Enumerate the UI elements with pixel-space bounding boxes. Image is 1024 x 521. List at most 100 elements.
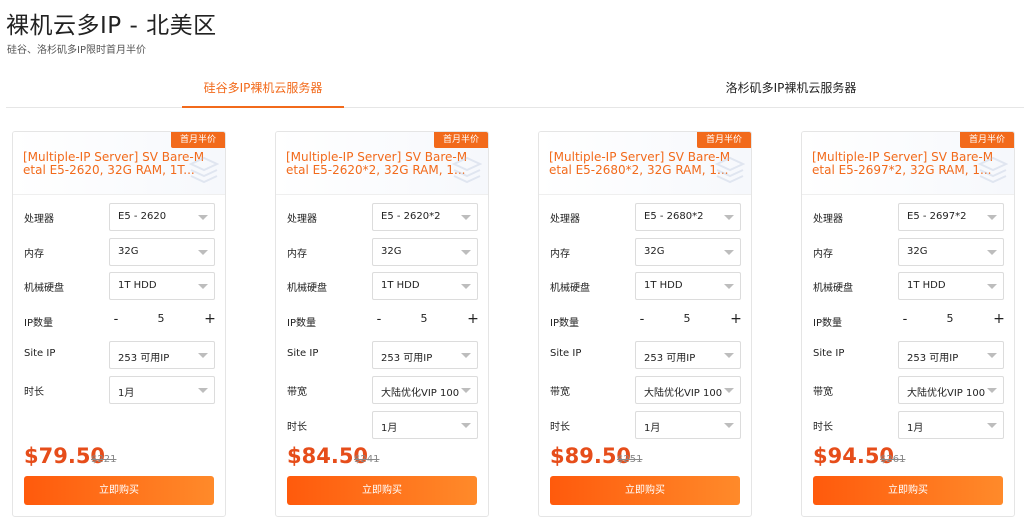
- disk-row: 机械硬盘 1T HDD: [276, 272, 488, 300]
- duration-select[interactable]: 1月: [372, 411, 478, 439]
- site-ip-select[interactable]: 253 可用IP: [109, 341, 215, 369]
- bandwidth-row: 带宽 大陆优化VIP 100: [539, 376, 751, 404]
- site-ip-label: Site IP: [813, 348, 845, 359]
- ram-select[interactable]: 32G: [109, 238, 215, 266]
- duration-select[interactable]: 1月: [635, 411, 741, 439]
- chevron-down-icon: [724, 388, 734, 393]
- tab-silicon-valley[interactable]: 硅谷多IP裸机云服务器: [182, 72, 344, 108]
- site-ip-label: Site IP: [24, 348, 56, 359]
- cpu-label: 处理器: [550, 214, 580, 225]
- site-ip-value: 253 可用IP: [907, 353, 959, 364]
- original-price: $251: [617, 454, 643, 465]
- bandwidth-label: 带宽: [550, 387, 570, 398]
- ram-row: 内存 32G: [276, 238, 488, 266]
- site-ip-select[interactable]: 253 可用IP: [635, 341, 741, 369]
- chevron-down-icon: [461, 388, 471, 393]
- chevron-down-icon: [461, 423, 471, 428]
- duration-label: 时长: [287, 422, 307, 433]
- ip-increment-button[interactable]: +: [203, 310, 217, 328]
- cpu-label: 处理器: [24, 214, 54, 225]
- duration-value: 1月: [907, 423, 924, 434]
- promo-badge: 首月半价: [959, 132, 1014, 148]
- chevron-down-icon: [987, 284, 997, 289]
- ip-decrement-button[interactable]: -: [372, 311, 386, 329]
- ip-count-row: IP数量 - 5 +: [539, 307, 751, 335]
- card-header: [Multiple-IP Server] SV Bare-Metal E5-26…: [276, 132, 488, 195]
- duration-value: 1月: [118, 388, 135, 399]
- ip-increment-button[interactable]: +: [729, 310, 743, 328]
- page-title: 裸机云多IP - 北美区: [6, 13, 217, 39]
- disk-select[interactable]: 1T HDD: [898, 272, 1004, 300]
- bandwidth-select[interactable]: 大陆优化VIP 100: [372, 376, 478, 404]
- bandwidth-select[interactable]: 大陆优化VIP 100: [898, 376, 1004, 404]
- site-ip-select[interactable]: 253 可用IP: [372, 341, 478, 369]
- chevron-down-icon: [987, 388, 997, 393]
- bandwidth-row: 带宽 大陆优化VIP 100: [802, 376, 1014, 404]
- original-price: $221: [91, 454, 117, 465]
- cpu-value: E5 - 2620: [118, 211, 167, 222]
- duration-select[interactable]: 1月: [898, 411, 1004, 439]
- bandwidth-value: 大陆优化VIP 100: [644, 388, 722, 399]
- chevron-down-icon: [987, 423, 997, 428]
- original-price: $241: [354, 454, 380, 465]
- ip-count-label: IP数量: [24, 318, 53, 329]
- ip-increment-button[interactable]: +: [992, 310, 1006, 328]
- cpu-select[interactable]: E5 - 2620: [109, 203, 215, 231]
- ram-select[interactable]: 32G: [635, 238, 741, 266]
- card-header: [Multiple-IP Server] SV Bare-Metal E5-26…: [539, 132, 751, 195]
- cpu-select[interactable]: E5 - 2680*2: [635, 203, 741, 231]
- ram-label: 内存: [24, 249, 44, 260]
- disk-select[interactable]: 1T HDD: [109, 272, 215, 300]
- site-ip-value: 253 可用IP: [381, 353, 433, 364]
- ram-select[interactable]: 32G: [372, 238, 478, 266]
- ip-count-value[interactable]: 5: [675, 312, 699, 325]
- ram-select[interactable]: 32G: [898, 238, 1004, 266]
- ip-count-label: IP数量: [287, 318, 316, 329]
- chevron-down-icon: [461, 284, 471, 289]
- disk-select[interactable]: 1T HDD: [635, 272, 741, 300]
- server-deco-icon: [188, 156, 220, 184]
- buy-now-button[interactable]: 立即购买: [813, 476, 1003, 505]
- cpu-row: 处理器 E5 - 2620*2: [276, 203, 488, 231]
- ip-count-value[interactable]: 5: [938, 312, 962, 325]
- ip-decrement-button[interactable]: -: [898, 311, 912, 329]
- bandwidth-select[interactable]: 大陆优化VIP 100: [635, 376, 741, 404]
- ip-count-value[interactable]: 5: [412, 312, 436, 325]
- ip-count-value[interactable]: 5: [149, 312, 173, 325]
- ram-row: 内存 32G: [539, 238, 751, 266]
- chevron-down-icon: [724, 423, 734, 428]
- chevron-down-icon: [461, 250, 471, 255]
- duration-label: 时长: [550, 422, 570, 433]
- cpu-row: 处理器 E5 - 2620: [13, 203, 225, 231]
- chevron-down-icon: [198, 353, 208, 358]
- original-price: $261: [880, 454, 906, 465]
- ip-decrement-button[interactable]: -: [109, 311, 123, 329]
- ip-count-label: IP数量: [550, 318, 579, 329]
- duration-row: 时长 1月: [276, 411, 488, 439]
- buy-now-button[interactable]: 立即购买: [550, 476, 740, 505]
- site-ip-value: 253 可用IP: [644, 353, 696, 364]
- card-title: [Multiple-IP Server] SV Bare-Metal E5-26…: [812, 151, 994, 177]
- duration-select[interactable]: 1月: [109, 376, 215, 404]
- site-ip-select[interactable]: 253 可用IP: [898, 341, 1004, 369]
- chevron-down-icon: [198, 284, 208, 289]
- buy-now-button[interactable]: 立即购买: [287, 476, 477, 505]
- chevron-down-icon: [198, 388, 208, 393]
- cpu-select[interactable]: E5 - 2620*2: [372, 203, 478, 231]
- cpu-value: E5 - 2680*2: [644, 211, 704, 222]
- server-deco-icon: [451, 156, 483, 184]
- ip-decrement-button[interactable]: -: [635, 311, 649, 329]
- cpu-row: 处理器 E5 - 2680*2: [539, 203, 751, 231]
- page-subtitle: 硅谷、洛杉矶多IP限时首月半价: [7, 45, 146, 56]
- cpu-label: 处理器: [813, 214, 843, 225]
- tab-los-angeles[interactable]: 洛杉矶多IP裸机云服务器: [706, 72, 876, 108]
- site-ip-row: Site IP 253 可用IP: [802, 341, 1014, 369]
- disk-select[interactable]: 1T HDD: [372, 272, 478, 300]
- cpu-value: E5 - 2697*2: [907, 211, 967, 222]
- chevron-down-icon: [461, 353, 471, 358]
- product-card-e5-2620x2: [Multiple-IP Server] SV Bare-Metal E5-26…: [275, 131, 489, 517]
- buy-now-button[interactable]: 立即购买: [24, 476, 214, 505]
- ip-increment-button[interactable]: +: [466, 310, 480, 328]
- cpu-select[interactable]: E5 - 2697*2: [898, 203, 1004, 231]
- chevron-down-icon: [724, 353, 734, 358]
